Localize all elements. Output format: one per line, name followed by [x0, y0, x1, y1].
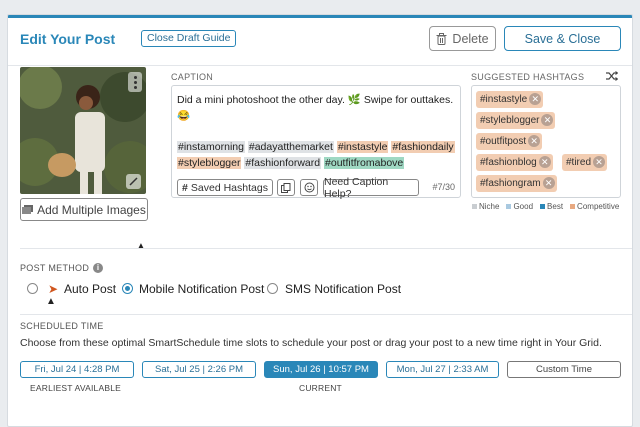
images-icon: [22, 205, 34, 214]
suggested-chip[interactable]: #fashionblog ✕: [476, 154, 553, 171]
custom-time-button[interactable]: Custom Time: [507, 361, 621, 378]
caption-hashtag: #adayatthemarket: [247, 141, 334, 153]
legend-label: Best: [547, 202, 564, 211]
suggested-chip[interactable]: #instastyle ✕: [476, 91, 544, 108]
earliest-available-label: EARLIEST AVAILABLE: [30, 383, 122, 393]
chip-label: #fashionblog: [480, 157, 537, 168]
caption-text[interactable]: Did a mini photoshoot the other day. 🌿 S…: [177, 92, 457, 124]
mouse-cursor-icon: ▲: [136, 241, 146, 252]
caption-hashtag: #outfitfromabove: [324, 157, 405, 169]
post-image[interactable]: [20, 67, 146, 194]
shuffle-icon[interactable]: [606, 71, 619, 84]
remove-icon[interactable]: ✕: [593, 156, 606, 168]
image-edit-icon[interactable]: [126, 174, 141, 189]
legend-label: Competitive: [577, 202, 620, 211]
chip-label: #outfitpost: [480, 136, 527, 147]
caption-hashtag: #fashionforward: [244, 157, 322, 169]
delete-button[interactable]: Delete: [429, 26, 496, 51]
remove-icon[interactable]: ✕: [529, 93, 542, 105]
legend-label: Good: [513, 202, 534, 211]
header-divider: [8, 65, 632, 66]
sms-notification-label[interactable]: SMS Notification Post: [285, 282, 401, 296]
legend-swatch: [506, 204, 512, 209]
caption-hashtag: #styleblogger: [177, 157, 242, 169]
info-icon[interactable]: i: [93, 263, 104, 273]
hashtag-legend: Niche Good Best Competitive: [472, 202, 619, 211]
auto-post-label[interactable]: Auto Post: [64, 282, 116, 296]
saved-hashtags-label: Saved Hashtags: [190, 181, 268, 194]
time-slot-button[interactable]: Fri, Jul 24 | 4:28 PM: [20, 361, 134, 378]
chip-label: #fashiongram: [480, 178, 541, 189]
caption-editor[interactable]: Did a mini photoshoot the other day. 🌿 S…: [171, 85, 461, 200]
emoji-icon[interactable]: [300, 179, 318, 196]
image-menu-icon[interactable]: [128, 72, 142, 92]
time-slot-button[interactable]: Sat, Jul 25 | 2:26 PM: [142, 361, 256, 378]
delete-label: Delete: [452, 31, 489, 46]
edit-post-modal: Edit Your Post Close Draft Guide Delete …: [7, 14, 633, 427]
legend-swatch: [472, 204, 477, 209]
caption-hashtag: #fashiondaily: [391, 141, 455, 153]
suggested-chip[interactable]: #tired ✕: [562, 154, 608, 171]
save-close-button[interactable]: Save & Close: [504, 26, 621, 51]
hashtag-count: #7/30: [432, 182, 455, 192]
current-label: CURRENT: [299, 383, 342, 393]
mobile-notification-radio[interactable]: [122, 283, 133, 294]
caption-toolbar: # Saved Hashtags Need Caption Help? #7/3…: [177, 176, 457, 200]
chip-label: #tired: [566, 157, 592, 168]
legend-swatch: [570, 204, 576, 209]
close-draft-guide-button[interactable]: Close Draft Guide: [141, 30, 237, 47]
hash-icon: #: [182, 181, 188, 194]
copy-icon[interactable]: [277, 179, 295, 196]
post-method-title: POST METHOD: [20, 263, 90, 273]
mouse-cursor-icon: ▲: [46, 296, 56, 307]
remove-icon[interactable]: ✕: [542, 177, 555, 189]
suggested-chip[interactable]: #styleblogger ✕: [476, 112, 556, 129]
chip-label: #instastyle: [480, 94, 528, 105]
auto-post-radio[interactable]: [27, 283, 38, 294]
caption-label: CAPTION: [171, 72, 214, 82]
mobile-notification-label[interactable]: Mobile Notification Post: [139, 282, 264, 296]
caption-hashtag: #instamorning: [177, 141, 245, 153]
add-images-label: Add Multiple Images: [37, 202, 146, 217]
suggested-chip[interactable]: #fashiongram ✕: [476, 175, 557, 192]
post-method-label: POST METHOD i: [20, 263, 104, 273]
saved-hashtags-button[interactable]: # Saved Hashtags: [177, 179, 273, 196]
remove-icon[interactable]: ✕: [538, 156, 551, 168]
legend-item: Niche: [472, 202, 499, 211]
caption-hashtags[interactable]: #instamorning #adayatthemarket #instasty…: [177, 139, 459, 171]
sms-notification-radio[interactable]: [267, 283, 278, 294]
legend-item: Competitive: [570, 202, 619, 211]
section-divider: [20, 248, 632, 249]
remove-icon[interactable]: ✕: [528, 135, 541, 147]
modal-header: Edit Your Post Close Draft Guide Delete …: [8, 15, 632, 65]
legend-item: Good: [506, 202, 533, 211]
suggested-hashtags-label: SUGGESTED HASHTAGS: [471, 72, 585, 82]
legend-swatch: [540, 204, 546, 209]
time-slot-button[interactable]: Mon, Jul 27 | 2:33 AM: [386, 361, 499, 378]
caption-help-button[interactable]: Need Caption Help?: [323, 176, 419, 200]
remove-icon[interactable]: ✕: [541, 114, 554, 126]
suggested-chip[interactable]: #outfitpost ✕: [476, 133, 543, 150]
suggested-hashtags-box: #instastyle ✕ #styleblogger ✕ #outfitpost ✕…: [471, 85, 621, 198]
time-slot-button-current[interactable]: Sun, Jul 26 | 10:57 PM: [264, 361, 378, 378]
chip-label: #styleblogger: [480, 115, 540, 126]
add-multiple-images-button[interactable]: Add Multiple Images: [20, 198, 148, 221]
legend-item: Best: [540, 202, 563, 211]
scheduled-time-label: SCHEDULED TIME: [20, 321, 104, 331]
schedule-description: Choose from these optimal SmartSchedule …: [20, 337, 602, 349]
caption-hashtag: #instastyle: [336, 141, 389, 153]
section-divider: [20, 314, 632, 315]
legend-label: Niche: [479, 202, 500, 211]
trash-icon: [436, 32, 447, 45]
page-title: Edit Your Post: [20, 31, 116, 47]
send-icon: ➤: [48, 282, 59, 296]
